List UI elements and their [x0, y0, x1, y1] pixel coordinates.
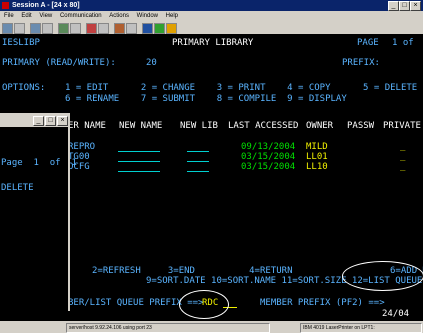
table-row-3-new-lib-field[interactable]	[187, 171, 209, 172]
table-row-3-new-name-field[interactable]	[118, 171, 160, 172]
printer-status: IBM 4019 LaserPrinter on LPT1:	[300, 323, 422, 333]
col-new-lib: NEW LIB	[180, 121, 218, 131]
play-icon[interactable]	[126, 23, 137, 34]
window-title: Session A - [24 x 80]	[12, 2, 80, 9]
macro-icon[interactable]	[114, 23, 125, 34]
screen-title: PRIMARY LIBRARY	[172, 38, 254, 48]
annotation-circle-fkeys	[342, 261, 423, 291]
background-session-window[interactable]: _ □ × Page 1 of 1 DELETE	[0, 113, 77, 311]
print-icon[interactable]	[2, 23, 13, 34]
page-label: PAGE	[357, 38, 379, 48]
prefix-label: PREFIX:	[342, 58, 380, 68]
member-prefix-label: MEMBER PREFIX (PF2) ==>	[260, 298, 385, 308]
table-row-1-name: REPRO	[68, 142, 96, 152]
options-row-1: 1 = EDIT 2 = CHANGE 3 = PRINT 4 = COPY 5…	[65, 83, 418, 93]
table-row-2-private[interactable]: _	[400, 152, 405, 162]
close-button[interactable]: ×	[410, 1, 421, 11]
options-row-2: 6 = RENAME 7 = SUBMIT 8 = COMPILE 9 = DI…	[65, 94, 347, 104]
stop-icon[interactable]	[142, 23, 153, 34]
map-icon[interactable]	[86, 23, 97, 34]
background-window-bar[interactable]: _ □ ×	[0, 113, 68, 127]
table-row-1-new-name-field[interactable]	[118, 151, 160, 152]
col-new-name: NEW NAME	[119, 121, 163, 131]
menu-actions[interactable]: Actions	[109, 13, 129, 19]
bg-page-indicator: Page 1 of 1	[1, 158, 77, 168]
bg-close-button[interactable]: ×	[57, 116, 68, 126]
menu-view[interactable]: View	[39, 13, 52, 19]
menu-bar: File Edit View Communication Actions Win…	[0, 11, 423, 22]
bg-delete-option: DELETE	[1, 183, 34, 193]
screen-id: IESLIBP	[2, 38, 40, 48]
page-value: 1 of	[392, 38, 414, 48]
copy-icon[interactable]	[14, 23, 25, 34]
col-private: PRIVATE	[383, 121, 421, 131]
options-label: OPTIONS:	[2, 83, 46, 93]
menu-communication[interactable]: Communication	[60, 13, 102, 19]
date-stamp: 24/04	[382, 309, 410, 319]
bg-maximize-button[interactable]: □	[45, 116, 56, 126]
emulator-window: Session A - [24 x 80] _ □ × File Edit Vi…	[0, 0, 423, 333]
status-bar: server/host 9.92.24.106 using port 23 IB…	[0, 321, 423, 333]
col-last-accessed: LAST ACCESSED	[228, 121, 299, 131]
session-icon	[2, 2, 9, 9]
table-row-2-date: 03/15/2004	[241, 152, 296, 162]
color-icon[interactable]	[98, 23, 109, 34]
display-icon[interactable]	[70, 23, 81, 34]
table-row-3-date: 03/15/2004	[241, 162, 296, 172]
help-icon[interactable]	[166, 23, 177, 34]
toolbar	[0, 22, 423, 34]
annotation-circle-prefix	[179, 290, 229, 319]
table-row-1-date: 09/13/2004	[241, 142, 296, 152]
paste-icon[interactable]	[30, 23, 41, 34]
table-row-1-new-lib-field[interactable]	[187, 151, 209, 152]
table-row-1-private[interactable]: _	[400, 142, 405, 152]
title-bar[interactable]: Session A - [24 x 80] _ □ ×	[0, 0, 423, 11]
maximize-button[interactable]: □	[399, 1, 410, 11]
receive-icon[interactable]	[58, 23, 69, 34]
table-row-2-new-lib-field[interactable]	[187, 161, 209, 162]
col-member-name: ER NAME	[68, 121, 106, 131]
menu-window[interactable]: Window	[137, 13, 158, 19]
col-passw: PASSW	[347, 121, 375, 131]
send-icon[interactable]	[42, 23, 53, 34]
table-row-3-private[interactable]: _	[400, 162, 405, 172]
table-row-2-owner: LL01	[306, 152, 328, 162]
menu-help[interactable]: Help	[166, 13, 178, 19]
minimize-button[interactable]: _	[388, 1, 399, 11]
table-row-2-new-name-field[interactable]	[118, 161, 160, 162]
mode-value: 20	[146, 58, 157, 68]
table-row-3-owner: LL10	[306, 162, 328, 172]
col-owner: OWNER	[306, 121, 334, 131]
menu-edit[interactable]: Edit	[21, 13, 31, 19]
globe-icon[interactable]	[154, 23, 165, 34]
mode-label: PRIMARY (READ/WRITE):	[2, 58, 116, 68]
table-row-1-owner: MILD	[306, 142, 328, 152]
menu-file[interactable]: File	[4, 13, 14, 19]
bg-minimize-button[interactable]: _	[33, 116, 44, 126]
connection-status: server/host 9.92.24.106 using port 23	[66, 323, 270, 333]
